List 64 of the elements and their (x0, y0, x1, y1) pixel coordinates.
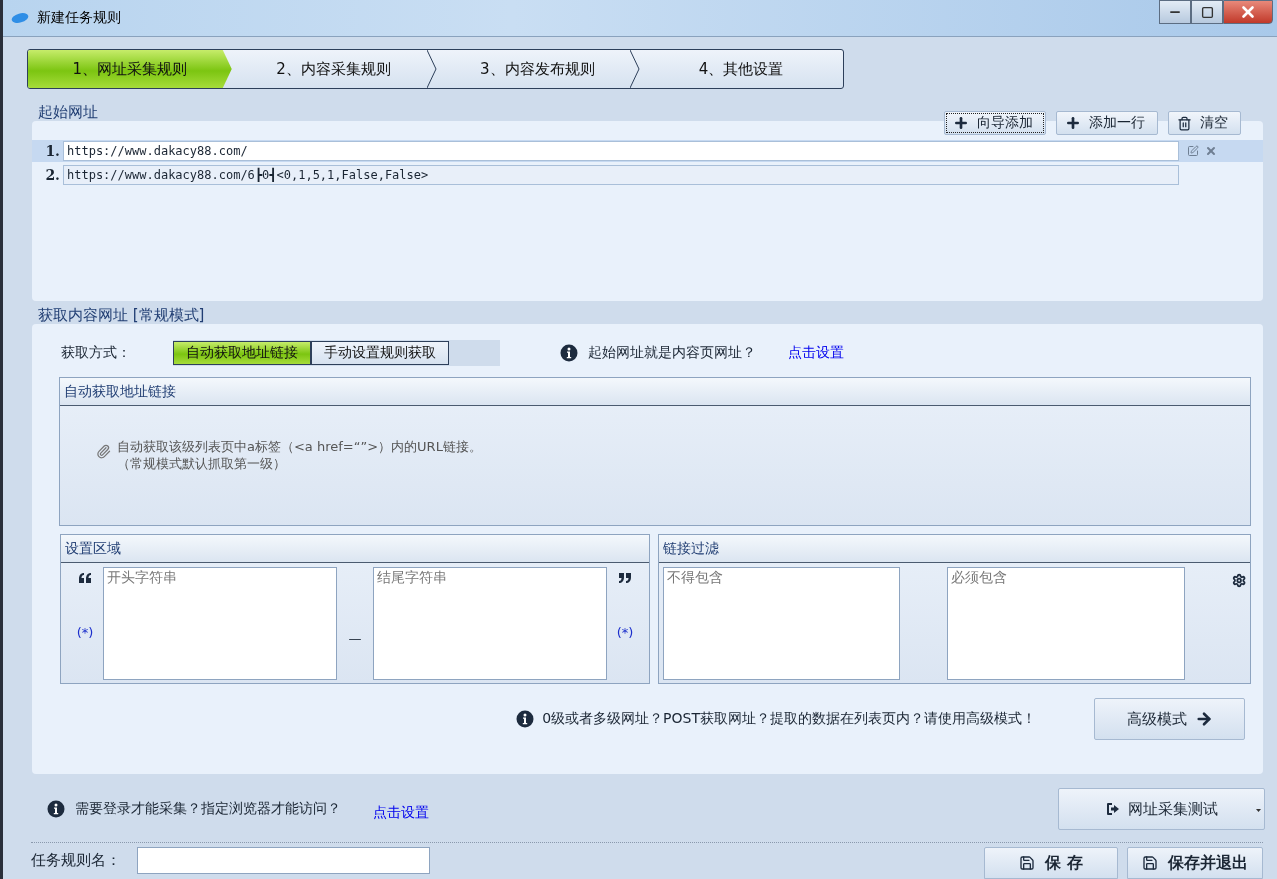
info-icon (516, 710, 535, 728)
trash-icon (1177, 115, 1192, 131)
minimize-button[interactable] (1159, 0, 1191, 24)
end-string-field[interactable]: 结尾字符串 (373, 567, 607, 680)
step-tab[interactable]: 2、内容采集规则 (231, 50, 436, 88)
url-row[interactable]: 1. https://www.dakacy88.com/ (32, 140, 1263, 162)
row-number: 1. (44, 143, 61, 159)
plus-icon (1065, 115, 1081, 131)
caret-icon (1256, 809, 1261, 812)
clear-button[interactable]: 清空 (1168, 111, 1241, 135)
save-exit-button[interactable]: 保存并退出 (1127, 847, 1263, 879)
plus-icon (953, 115, 969, 131)
panel-title: 自动获取地址链接 (60, 378, 1250, 406)
close-quote-icon (619, 573, 631, 583)
advanced-mode-button[interactable]: 高级模式 (1094, 698, 1245, 740)
test-button[interactable]: 网址采集测试 (1058, 788, 1265, 830)
section-title: 获取内容网址 [常规模式] (38, 307, 206, 324)
app-logo-icon (11, 12, 29, 24)
exclude-field[interactable]: 不得包含 (663, 567, 901, 680)
info-icon (560, 344, 578, 362)
method-label: 获取方式： (61, 344, 132, 362)
close-button[interactable] (1223, 0, 1273, 24)
url-field[interactable]: https://www.dakacy88.com/ (63, 141, 1179, 161)
save-icon (1142, 855, 1158, 871)
section-title: 起始网址 (38, 104, 99, 121)
edit-icon (1187, 145, 1199, 157)
settings-link[interactable]: 点击设置 (373, 804, 429, 822)
add-button[interactable]: 向导添加 (944, 111, 1046, 135)
maximize-icon (1200, 5, 1214, 19)
save-button[interactable]: 保 存 (984, 847, 1118, 879)
panel-title: 链接过滤 (659, 535, 1250, 563)
exit-icon (1105, 802, 1120, 816)
url-field[interactable]: https://www.dakacy88.com/6┣0┫<0,1,5,1,False,False> (63, 165, 1179, 185)
row-number: 2. (44, 167, 61, 183)
method-tab[interactable]: 自动获取地址链接 (173, 341, 311, 365)
open-quote-icon (79, 573, 91, 583)
add-button[interactable]: 添加一行 (1056, 111, 1158, 135)
field-label: 任务规则名： (31, 850, 122, 870)
start-string-field[interactable]: 开头字符串 (103, 567, 337, 680)
window-title: 新建任务规则 (37, 9, 122, 27)
settings-icon[interactable] (1231, 573, 1246, 588)
rule-name-field[interactable] (137, 846, 430, 874)
save-icon (1019, 855, 1036, 871)
step-tab[interactable]: 3、内容发布规则 (435, 50, 640, 88)
url-row[interactable]: 2. https://www.dakacy88.com/6┣0┫<0,1,5,1,False,False> (32, 164, 1263, 186)
wildcard-label: (*) (616, 625, 634, 640)
maximize-button[interactable] (1191, 0, 1223, 24)
method-tab[interactable]: 手动设置规则获取 (311, 341, 449, 365)
paperclip-icon (96, 444, 111, 459)
settings-link[interactable]: 点击设置 (788, 344, 844, 362)
panel-title: 设置区域 (61, 535, 649, 563)
hint-text: 起始网址就是内容页网址？ (588, 344, 756, 362)
hint-text: 需要登录才能采集？指定浏览器才能访问？ (75, 800, 341, 818)
description-text: （常规模式默认抓取第一级） (117, 455, 287, 472)
description-text: 自动获取该级列表页中a标签（<a href=“”>）内的URL链接。 (117, 438, 482, 455)
include-field[interactable]: 必须包含 (947, 567, 1185, 680)
delete-icon (1205, 145, 1217, 157)
info-icon (47, 800, 65, 818)
wildcard-label: (*) (76, 625, 94, 640)
step-tab[interactable]: 1、网址采集规则 (28, 50, 232, 88)
close-icon (1239, 3, 1257, 21)
hint-text: 0级或者多级网址？POST获取网址？提取的数据在列表页内？请使用高级模式！ (542, 710, 1036, 728)
separator-text: — (347, 630, 363, 648)
step-tab[interactable]: 4、其他设置 (639, 50, 843, 88)
